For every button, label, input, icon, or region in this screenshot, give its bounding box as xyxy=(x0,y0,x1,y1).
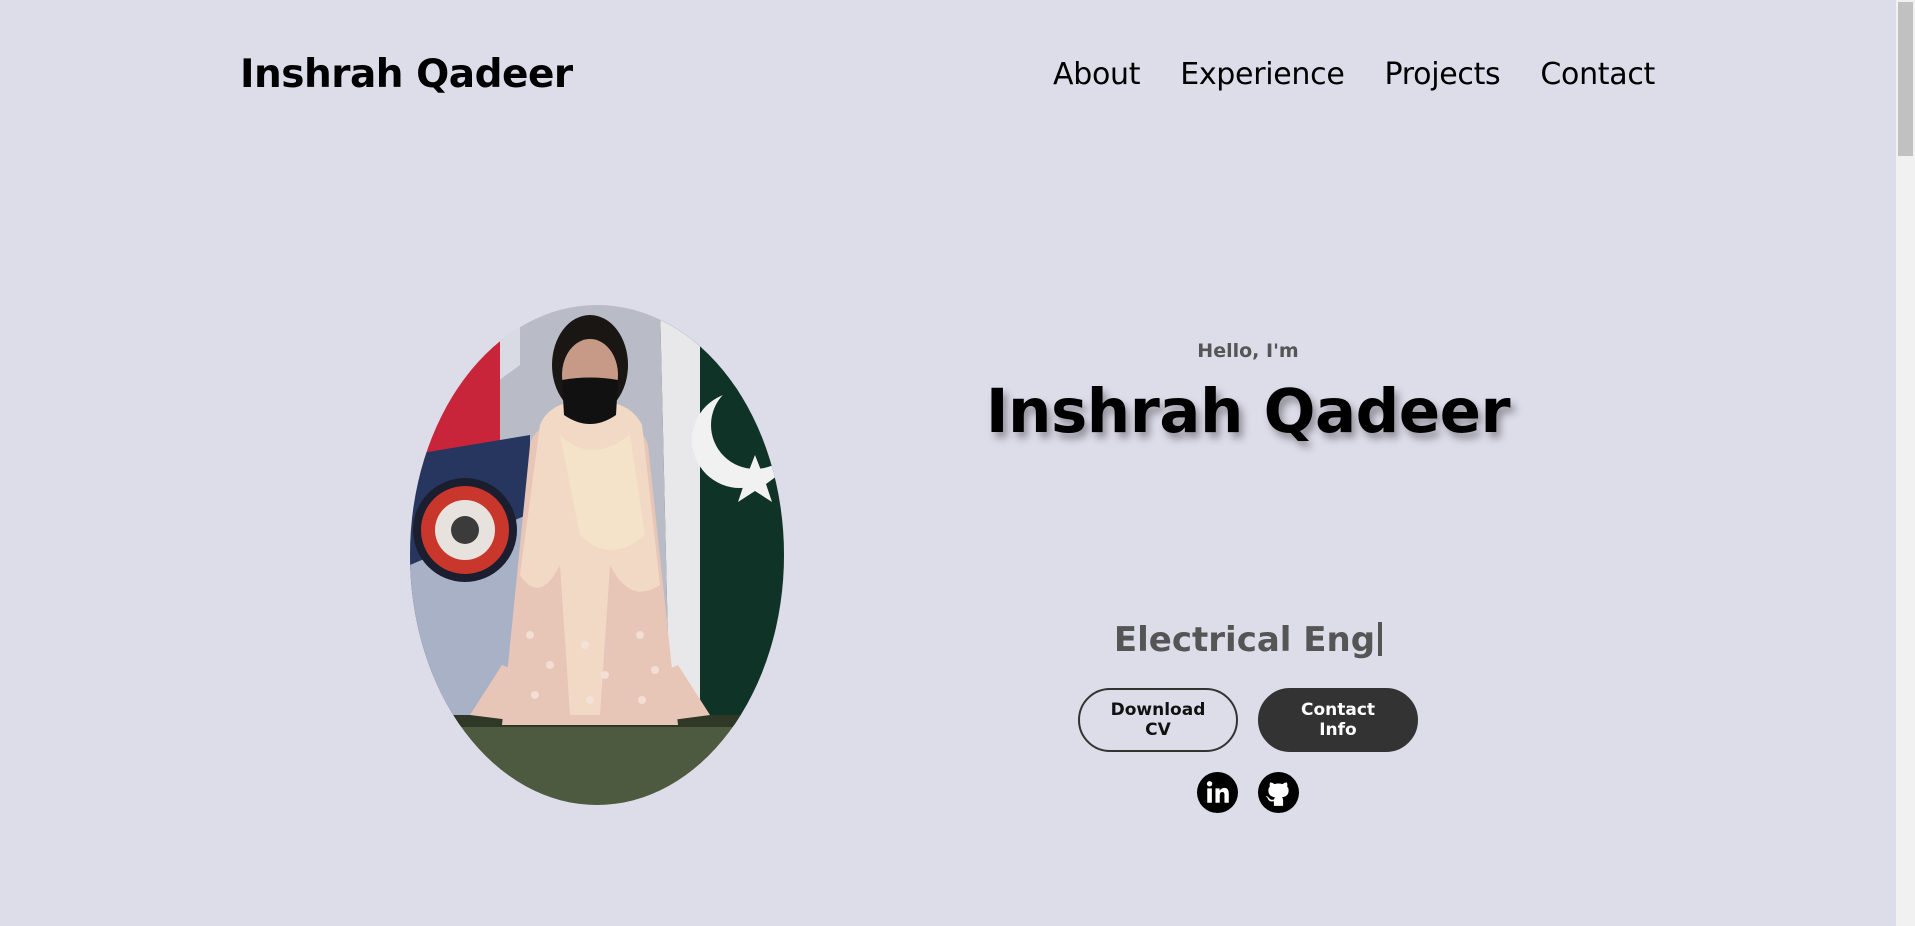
contact-info-button[interactable]: Contact Info xyxy=(1258,688,1418,752)
github-icon[interactable] xyxy=(1258,772,1299,813)
nav-link-contact[interactable]: Contact xyxy=(1540,57,1655,92)
hero-name: Inshrah Qadeer xyxy=(985,376,1511,447)
greeting-text: Hello, I'm xyxy=(1197,340,1299,362)
typing-cursor xyxy=(1378,622,1383,656)
hero-buttons: Download CV Contact Info xyxy=(1078,688,1418,752)
typed-role: Electrical Eng xyxy=(948,620,1548,660)
download-cv-button[interactable]: Download CV xyxy=(1078,688,1238,752)
typed-role-text: Electrical Eng xyxy=(1113,620,1376,660)
brand-logo-text[interactable]: Inshrah Qadeer xyxy=(240,52,573,97)
nav-link-projects[interactable]: Projects xyxy=(1385,57,1501,92)
profile-photo xyxy=(410,305,784,805)
nav-link-about[interactable]: About xyxy=(1053,57,1141,92)
page: Inshrah Qadeer About Experience Projects… xyxy=(0,0,1896,926)
linkedin-icon[interactable] xyxy=(1197,772,1238,813)
social-links xyxy=(1197,772,1299,813)
main-nav: About Experience Projects Contact xyxy=(1053,57,1655,92)
page-scrollbar[interactable] xyxy=(1896,0,1915,926)
scrollbar-thumb[interactable] xyxy=(1898,2,1913,156)
nav-link-experience[interactable]: Experience xyxy=(1180,57,1345,92)
